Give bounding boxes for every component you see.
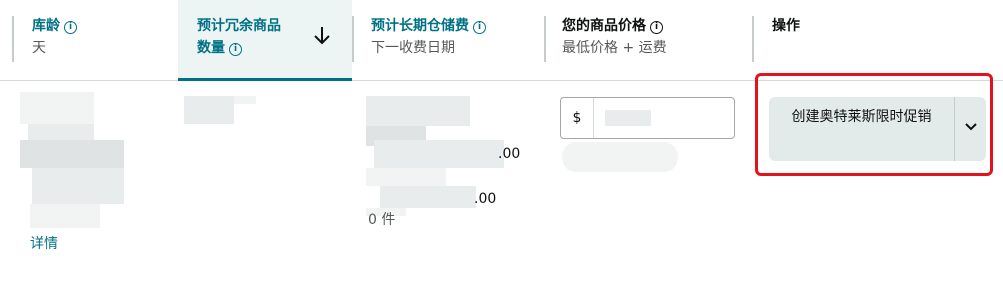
storage-units: 0 件 (368, 212, 396, 228)
blurred-content (562, 142, 678, 172)
sort-descending-icon[interactable] (312, 24, 332, 46)
column-divider (352, 16, 354, 62)
blurred-content (20, 140, 124, 168)
blurred-content (380, 186, 476, 208)
column-subtitle-storage: 下一收费日期 (371, 40, 455, 56)
column-header-price: 您的商品价格 i 最低价格 + 运费 (544, 0, 752, 81)
info-icon[interactable]: i (473, 21, 486, 34)
column-title-price: 您的商品价格 i (562, 16, 663, 36)
column-subtitle-price: 最低价格 + 运费 (562, 40, 667, 56)
blurred-content (366, 96, 470, 126)
column-divider (12, 16, 14, 62)
blurred-content (374, 140, 504, 168)
column-title-storage: 预计长期仓储费 i (371, 16, 486, 36)
column-divider (544, 16, 546, 62)
blurred-content (20, 92, 94, 124)
action-dropdown-button[interactable] (954, 97, 986, 161)
column-title-excess-line1: 预计冗余商品 (197, 18, 281, 34)
blurred-content (366, 168, 446, 186)
column-title-action: 操作 (772, 18, 800, 34)
sort-indicator-underline (178, 78, 352, 81)
column-header-age[interactable]: 库龄 i 天 (12, 0, 178, 81)
info-icon[interactable]: i (229, 43, 242, 56)
blurred-content (234, 96, 256, 104)
info-icon[interactable]: i (64, 21, 77, 34)
info-icon[interactable]: i (650, 21, 663, 34)
currency-symbol: $ (561, 98, 594, 138)
blurred-content (184, 96, 234, 124)
table-header: 库龄 i 天 预计冗余商品 数量 i 预计长期仓储费 i 下一收费日期 您的商品价格 i… (0, 0, 1003, 81)
price-input[interactable]: $ (560, 97, 735, 139)
column-title-age: 库龄 i (32, 16, 77, 36)
blurred-content (605, 110, 651, 126)
details-link[interactable]: 详情 (30, 234, 58, 254)
storage-fee-value: .00 (474, 191, 497, 207)
storage-fee-value: .00 (498, 146, 521, 162)
column-subtitle-age: 天 (32, 40, 46, 56)
blurred-content (30, 204, 100, 228)
blurred-content (32, 168, 124, 204)
column-divider (752, 16, 754, 62)
create-outlet-deal-button[interactable]: 创建奥特莱斯限时促销 (769, 97, 954, 161)
column-title-excess-line2: 数量 i (197, 38, 242, 58)
column-header-excess-units[interactable]: 预计冗余商品 数量 i (178, 0, 352, 81)
chevron-down-icon (965, 123, 977, 131)
column-header-storage-fee[interactable]: 预计长期仓储费 i 下一收费日期 (352, 0, 544, 81)
column-header-action: 操作 (752, 0, 1003, 81)
